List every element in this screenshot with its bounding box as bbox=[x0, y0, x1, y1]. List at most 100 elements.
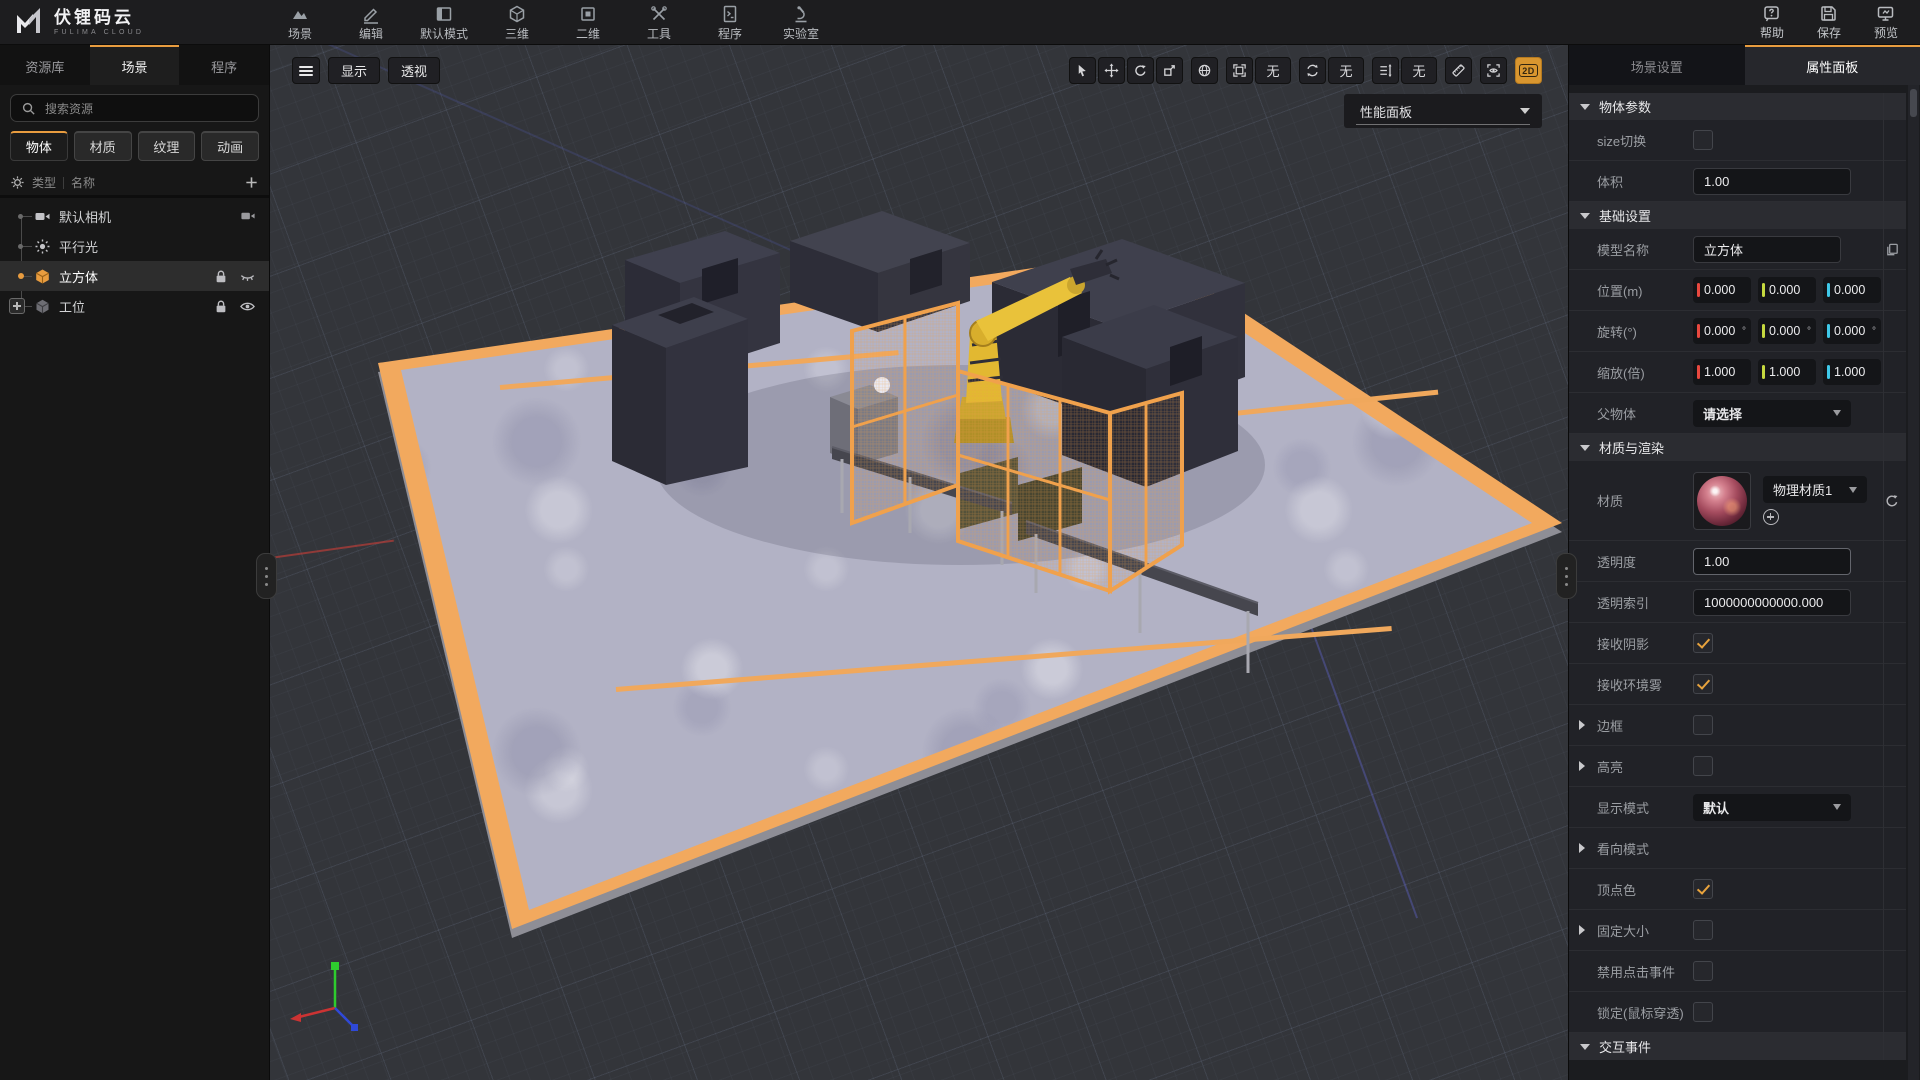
position-y-input[interactable]: 0.000 bbox=[1758, 277, 1816, 303]
rotation-x-input[interactable]: 0.000° bbox=[1693, 318, 1751, 344]
left-panel-collapse-handle[interactable] bbox=[256, 553, 277, 599]
gear-icon[interactable] bbox=[10, 175, 25, 190]
nav-tools[interactable]: 工具 bbox=[637, 4, 681, 42]
display-mode-select[interactable]: 默认 bbox=[1693, 794, 1851, 821]
volume-input[interactable]: 1.00 bbox=[1693, 168, 1851, 195]
scrollbar-thumb[interactable] bbox=[1910, 89, 1917, 117]
move-tool-button[interactable] bbox=[1098, 57, 1125, 84]
position-x-input[interactable]: 0.000 bbox=[1693, 277, 1751, 303]
scale-z-input[interactable]: 1.000 bbox=[1823, 359, 1881, 385]
expand-caret-icon[interactable] bbox=[1579, 925, 1585, 935]
search-input[interactable]: 搜索资源 bbox=[10, 94, 259, 122]
tree-row-cube[interactable]: 立方体 bbox=[0, 261, 269, 291]
align-value[interactable]: 无 bbox=[1401, 57, 1437, 84]
globe-button[interactable] bbox=[1191, 57, 1218, 84]
performance-panel-dropdown[interactable]: 性能面板 bbox=[1344, 94, 1542, 128]
tree-row-workstation[interactable]: 工位 bbox=[0, 291, 269, 321]
tree-row-directional-light[interactable]: 平行光 bbox=[0, 231, 269, 261]
rotation-z-input[interactable]: 0.000° bbox=[1823, 318, 1881, 344]
tab-scene[interactable]: 场景 bbox=[90, 45, 180, 85]
mode-2d-button[interactable]: 2D bbox=[1515, 57, 1542, 84]
vertex-color-checkbox[interactable] bbox=[1693, 879, 1713, 899]
nav-3d[interactable]: 三维 bbox=[495, 4, 539, 42]
section-material-render[interactable]: 材质与渲染 bbox=[1569, 434, 1906, 461]
material-preview-sphere[interactable] bbox=[1693, 472, 1751, 530]
tree-expand-icon[interactable] bbox=[9, 298, 25, 314]
nav-edit[interactable]: 编辑 bbox=[349, 4, 393, 42]
material-select[interactable]: 物理材质1 bbox=[1763, 476, 1867, 503]
display-button[interactable]: 显示 bbox=[328, 57, 380, 84]
snap-move-button[interactable] bbox=[1226, 57, 1253, 84]
section-object-params[interactable]: 物体参数 bbox=[1569, 93, 1906, 120]
snap-rotate-button[interactable] bbox=[1299, 57, 1326, 84]
viewport-3d-canvas[interactable]: 显示 透视 无 无 无 2 bbox=[270, 45, 1568, 1080]
tab-property-panel[interactable]: 属性面板 bbox=[1745, 45, 1920, 85]
align-button[interactable] bbox=[1372, 57, 1399, 84]
rotate-tool-button[interactable] bbox=[1127, 57, 1154, 84]
nav-program[interactable]: 程序 bbox=[708, 4, 752, 42]
lock-icon[interactable] bbox=[214, 299, 228, 314]
filter-animations[interactable]: 动画 bbox=[201, 131, 259, 161]
eye-open-icon[interactable] bbox=[239, 299, 256, 314]
right-panel-tabs: 场景设置 属性面板 bbox=[1569, 45, 1920, 85]
render-index-input[interactable]: 1000000000000.000 bbox=[1693, 589, 1851, 616]
lock-mouse-checkbox[interactable] bbox=[1693, 1002, 1713, 1022]
disable-click-checkbox[interactable] bbox=[1693, 961, 1713, 981]
property-row-receive-shadow: 接收阴影 bbox=[1569, 623, 1906, 664]
section-interaction-events[interactable]: 交互事件 bbox=[1569, 1033, 1906, 1060]
filter-materials[interactable]: 材质 bbox=[74, 131, 132, 161]
nav-2d[interactable]: 二维 bbox=[566, 4, 610, 42]
snap-rotate-value[interactable]: 无 bbox=[1328, 57, 1364, 84]
save-button[interactable]: 保存 bbox=[1817, 4, 1841, 41]
filter-textures[interactable]: 纹理 bbox=[138, 131, 196, 161]
asset-filter-tabs: 物体 材质 纹理 动画 bbox=[10, 131, 259, 161]
receive-shadow-checkbox[interactable] bbox=[1693, 633, 1713, 653]
camera-indicator-icon[interactable] bbox=[240, 208, 256, 224]
lock-icon[interactable] bbox=[214, 269, 228, 284]
add-material-icon[interactable] bbox=[1763, 509, 1779, 525]
fixed-size-checkbox[interactable] bbox=[1693, 920, 1713, 940]
filter-objects[interactable]: 物体 bbox=[10, 131, 68, 161]
size-toggle-checkbox[interactable] bbox=[1693, 130, 1713, 150]
expand-caret-icon[interactable] bbox=[1579, 761, 1585, 771]
model-name-input[interactable]: 立方体 bbox=[1693, 236, 1841, 263]
tab-resource-library[interactable]: 资源库 bbox=[0, 45, 90, 85]
select-tool-button[interactable] bbox=[1069, 57, 1096, 84]
expand-caret-icon[interactable] bbox=[1579, 843, 1585, 853]
top-bar: 伏锂码云 FULIMA CLOUD 场景 编辑 默认模式 三维 二维 工具 bbox=[0, 0, 1920, 45]
right-panel-scrollbar[interactable] bbox=[1908, 85, 1919, 1080]
nav-scene[interactable]: 场景 bbox=[278, 4, 322, 42]
opacity-input[interactable]: 1.00 bbox=[1693, 548, 1851, 575]
chevron-down-icon bbox=[1849, 487, 1857, 493]
receive-fog-checkbox[interactable] bbox=[1693, 674, 1713, 694]
viewport-menu-button[interactable] bbox=[292, 57, 320, 84]
scale-x-input[interactable]: 1.000 bbox=[1693, 359, 1751, 385]
border-checkbox[interactable] bbox=[1693, 715, 1713, 735]
add-object-icon[interactable] bbox=[244, 175, 259, 190]
scale-tool-button[interactable] bbox=[1156, 57, 1183, 84]
parent-select[interactable]: 请选择 bbox=[1693, 400, 1851, 427]
reset-material-icon[interactable] bbox=[1884, 493, 1900, 509]
nav-default-mode[interactable]: 默认模式 bbox=[420, 4, 468, 42]
preview-button[interactable]: 预览 bbox=[1874, 4, 1898, 41]
tab-program[interactable]: 程序 bbox=[179, 45, 269, 85]
expand-caret-icon[interactable] bbox=[1579, 720, 1585, 730]
perspective-button[interactable]: 透视 bbox=[388, 57, 440, 84]
measure-button[interactable] bbox=[1445, 57, 1472, 84]
snap-move-value[interactable]: 无 bbox=[1255, 57, 1291, 84]
position-z-input[interactable]: 0.000 bbox=[1823, 277, 1881, 303]
highlight-checkbox[interactable] bbox=[1693, 756, 1713, 776]
property-row-material: 材质 物理材质1 bbox=[1569, 461, 1906, 541]
viewport-topleft-controls: 显示 透视 bbox=[292, 57, 440, 84]
help-button[interactable]: 帮助 bbox=[1760, 4, 1784, 41]
copy-icon[interactable] bbox=[1885, 242, 1900, 257]
rotation-y-input[interactable]: 0.000° bbox=[1758, 318, 1816, 344]
right-panel-collapse-handle[interactable] bbox=[1556, 553, 1577, 599]
tab-scene-settings[interactable]: 场景设置 bbox=[1569, 45, 1745, 85]
nav-lab[interactable]: 实验室 bbox=[779, 4, 823, 42]
section-basic-settings[interactable]: 基础设置 bbox=[1569, 202, 1906, 229]
eye-closed-icon[interactable] bbox=[239, 269, 256, 284]
tree-row-camera[interactable]: 默认相机 bbox=[0, 201, 269, 231]
focus-view-button[interactable] bbox=[1480, 57, 1507, 84]
scale-y-input[interactable]: 1.000 bbox=[1758, 359, 1816, 385]
